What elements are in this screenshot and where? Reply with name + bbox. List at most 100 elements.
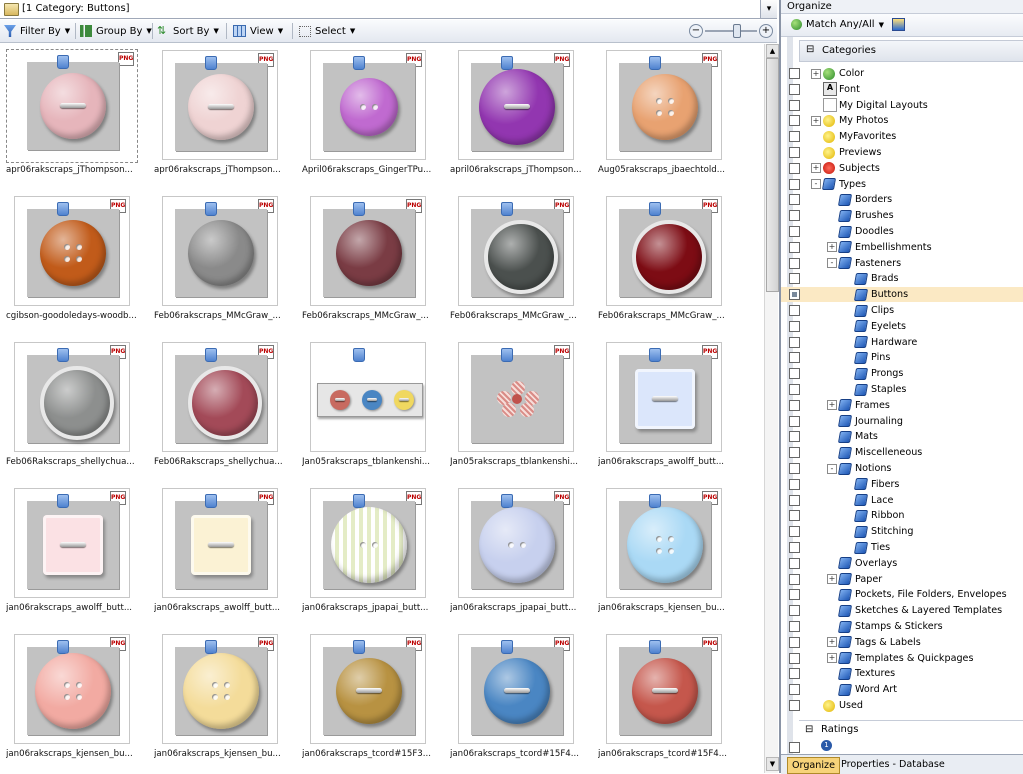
thumbnail-item[interactable]: PNG apr06rakscraps_jThompson... [148,44,288,184]
zoom-slider[interactable]: − + [689,24,773,38]
category-item[interactable]: Doodles [781,224,1023,239]
category-checkbox[interactable] [789,305,800,316]
category-item[interactable]: + Tags & Labels [781,635,1023,650]
category-item[interactable]: Clips [781,303,1023,318]
zoom-out-icon[interactable]: − [689,24,703,38]
category-checkbox[interactable] [789,605,800,617]
match-any-all-button[interactable]: Match Any/All ▼ [791,18,905,31]
category-item[interactable]: Buttons [781,287,1023,303]
category-item[interactable]: Journaling [781,414,1023,429]
category-item[interactable]: My Digital Layouts [781,98,1023,113]
expand-icon[interactable]: + [827,653,837,664]
category-checkbox[interactable] [789,652,800,664]
thumbnail-item[interactable]: PNG Jan05rakscraps_tblankenshi... [444,336,584,476]
category-item[interactable]: Sketches & Layered Templates [781,603,1023,618]
thumbnail-item[interactable]: PNG Feb06rakscraps_MMcGraw_... [296,190,436,330]
category-item[interactable]: Fibers [781,477,1023,492]
new-category-icon[interactable] [891,18,905,31]
category-item[interactable]: MyFavorites [781,129,1023,144]
category-address-bar[interactable]: [1 Category: Buttons] ▾ [0,0,777,19]
collapse-icon[interactable]: ⊟ [805,724,813,735]
sort-by-button[interactable]: ⇅ Sort By ▼ [157,24,219,38]
category-checkbox[interactable] [789,478,800,490]
category-checkbox[interactable] [789,273,800,285]
tab-organize[interactable]: Organize [787,757,840,774]
category-checkbox[interactable] [789,289,800,301]
view-button[interactable]: View ▼ [233,24,283,38]
category-checkbox[interactable] [789,589,800,601]
category-checkbox[interactable] [789,368,800,380]
thumbnail-item[interactable]: PNG Feb06rakscraps_MMcGraw_... [592,190,732,330]
category-item[interactable]: Miscelleneous [781,445,1023,460]
expand-icon[interactable]: + [811,115,821,126]
category-item[interactable]: Used [781,698,1023,713]
zoom-thumb[interactable] [733,24,741,38]
category-checkbox[interactable] [789,320,800,332]
thumbnail-item[interactable]: PNG april06rakscraps_jThompson... [444,44,584,184]
thumbnail-item[interactable]: PNG apr06rakscraps_jThompson... [0,44,140,184]
category-item[interactable]: Hardware [781,335,1023,350]
thumbnail-item[interactable]: PNG jan06rakscraps_awolff_butt... [592,336,732,476]
category-checkbox[interactable] [789,99,800,111]
category-item[interactable]: Eyelets [781,319,1023,334]
category-checkbox[interactable] [789,131,800,143]
collapse-icon[interactable]: - [827,258,837,269]
category-checkbox[interactable] [789,68,800,79]
expand-icon[interactable]: + [827,400,837,411]
category-checkbox[interactable] [789,226,800,237]
collapse-icon[interactable]: ⊟ [806,44,814,55]
category-item[interactable]: Prongs [781,366,1023,381]
thumbnail-item[interactable]: PNG jan06rakscraps_kjensen_bu... [148,628,288,768]
category-checkbox[interactable] [789,147,800,158]
category-item[interactable]: Ties [781,540,1023,555]
category-checkbox[interactable] [789,431,800,443]
category-checkbox[interactable] [789,162,800,174]
thumbnail-item[interactable]: PNG jan06rakscraps_awolff_butt... [0,482,140,622]
category-item[interactable]: Pockets, File Folders, Envelopes [781,587,1023,602]
thumbnail-item[interactable]: PNG Aug05rakscraps_jbaechtold... [592,44,732,184]
thumbnail-item[interactable]: PNG jan06rakscraps_kjensen_bu... [0,628,140,768]
category-item[interactable]: Pins [781,350,1023,365]
scroll-down-icon[interactable]: ▼ [766,757,779,771]
collapse-icon[interactable]: - [827,463,837,474]
expand-icon[interactable]: + [827,242,837,253]
category-checkbox[interactable] [789,115,800,127]
category-checkbox[interactable] [789,684,800,696]
category-checkbox[interactable] [789,463,800,474]
tab-properties-database[interactable]: Properties - Database [837,757,949,772]
category-checkbox[interactable] [789,399,800,411]
category-item[interactable]: + Color [781,66,1023,81]
category-checkbox[interactable] [789,178,800,190]
category-item[interactable]: Stitching [781,524,1023,539]
category-checkbox[interactable] [789,352,800,364]
category-checkbox[interactable] [789,557,800,569]
thumbnail-item[interactable]: PNG jan06rakscraps_kjensen_bu... [592,482,732,622]
thumbnail-item[interactable]: PNG Feb06Rakscraps_shellychua... [148,336,288,476]
category-checkbox[interactable] [789,700,800,711]
category-checkbox[interactable] [789,621,800,632]
address-dropdown-button[interactable]: ▾ [760,0,777,18]
category-item[interactable]: A Font [781,82,1023,97]
category-item[interactable]: + Paper [781,572,1023,587]
category-item[interactable]: + Frames [781,398,1023,413]
category-checkbox[interactable] [789,257,800,269]
scroll-up-icon[interactable]: ▲ [766,44,779,58]
category-item[interactable]: - Types [781,177,1023,192]
category-item[interactable]: + Subjects [781,161,1023,176]
thumbnail-item[interactable]: Jan05rakscraps_tblankenshi... [296,336,436,476]
category-item[interactable]: Previews [781,145,1023,160]
category-checkbox[interactable] [789,336,800,348]
category-checkbox[interactable] [789,636,800,648]
thumbnail-item[interactable]: PNG Feb06Rakscraps_shellychua... [0,336,140,476]
category-checkbox[interactable] [789,542,800,553]
filter-by-button[interactable]: Filter By ▼ [4,24,70,38]
collapse-icon[interactable]: - [811,179,821,190]
category-checkbox[interactable] [789,526,800,538]
thumbnail-item[interactable]: PNG jan06rakscraps_tcord#15F3... [296,628,436,768]
category-item[interactable]: Overlays [781,556,1023,571]
category-item[interactable]: Mats [781,429,1023,444]
ratings-header[interactable]: ⊟ Ratings [799,720,1023,739]
categories-header[interactable]: ⊟ Categories [799,40,1023,62]
select-button[interactable]: Select ▼ [299,24,355,38]
category-checkbox[interactable] [789,510,800,522]
